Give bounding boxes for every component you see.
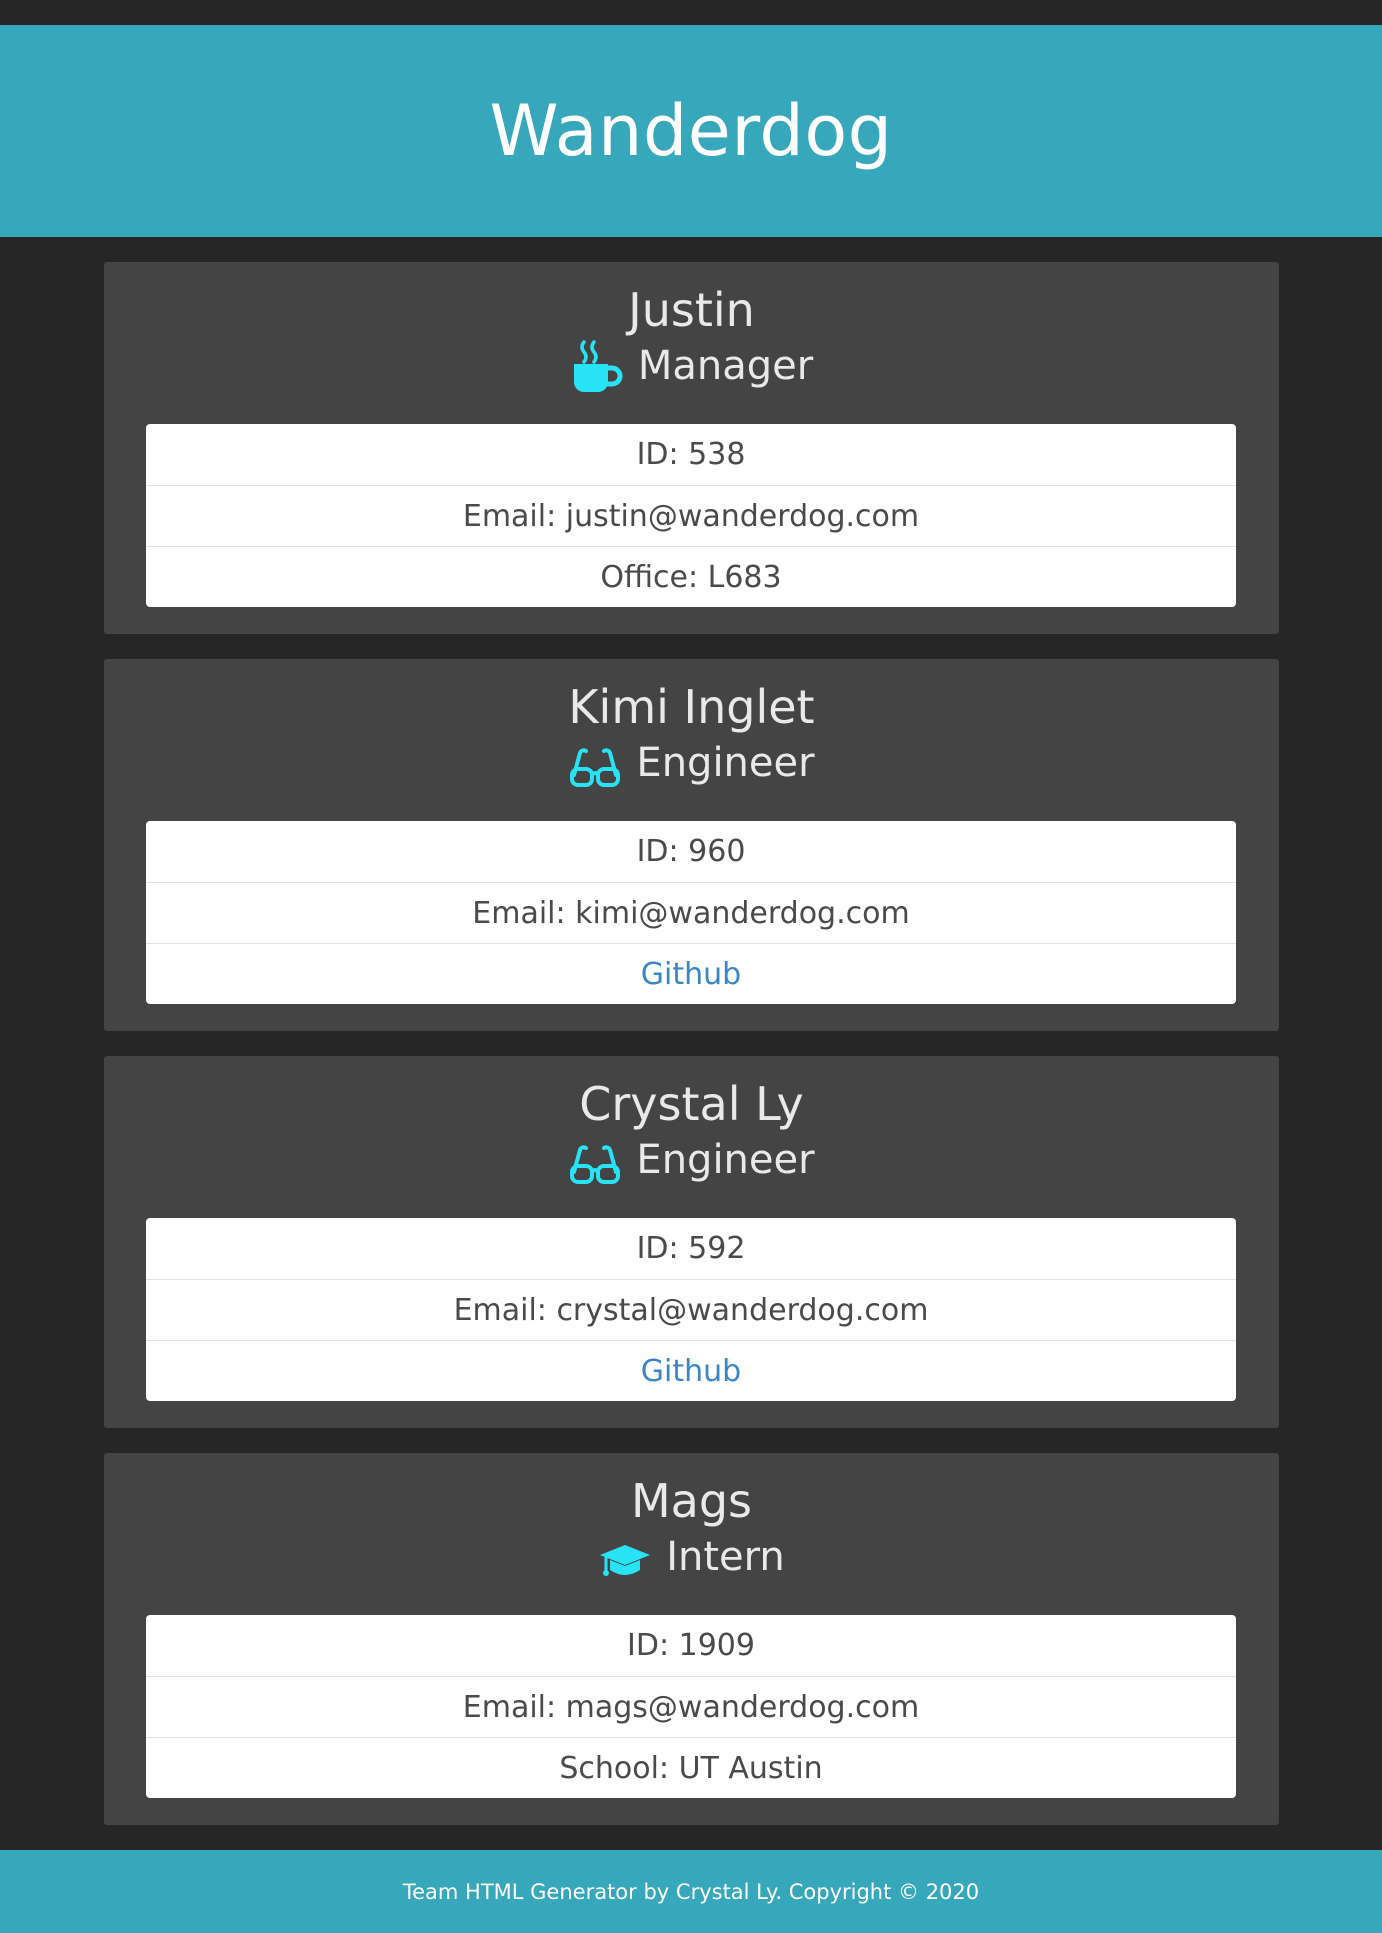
graduation-cap-icon bbox=[598, 1529, 652, 1585]
role-label: Manager bbox=[637, 343, 814, 389]
employee-id: ID: 960 bbox=[636, 834, 746, 869]
employee-email: Email: justin@wanderdog.com bbox=[146, 485, 1236, 546]
employee-id: ID: 592 bbox=[636, 1231, 746, 1266]
employee-name: Crystal Ly bbox=[579, 1077, 804, 1131]
employee-email: Email: mags@wanderdog.com bbox=[146, 1676, 1236, 1737]
github-link[interactable]: Github bbox=[641, 1354, 741, 1389]
github-row: Github bbox=[146, 1340, 1236, 1401]
page-footer: Team HTML Generator by Crystal Ly. Copyr… bbox=[0, 1850, 1382, 1933]
employee-email: Email: kimi@wanderdog.com bbox=[146, 882, 1236, 943]
github-row: Github bbox=[146, 943, 1236, 1004]
info-list: ID: 960 Email: kimi@wanderdog.com Github bbox=[146, 821, 1236, 1004]
employee-name: Mags bbox=[630, 1474, 753, 1528]
employee-name: Justin bbox=[628, 283, 755, 337]
role-label: Engineer bbox=[636, 740, 815, 786]
page-title: Wanderdog bbox=[489, 90, 893, 172]
info-list: ID: 538 Email: justin@wanderdog.com Offi… bbox=[146, 424, 1236, 607]
glasses-icon bbox=[568, 1132, 622, 1188]
employee-email: Email: crystal@wanderdog.com bbox=[146, 1279, 1236, 1340]
github-link[interactable]: Github bbox=[641, 957, 741, 992]
employee-role: Engineer bbox=[104, 1132, 1279, 1188]
employee-role: Intern bbox=[104, 1529, 1279, 1585]
page-header: Wanderdog bbox=[0, 25, 1382, 237]
employee-role: Engineer bbox=[104, 735, 1279, 791]
employee-id: ID: 1909 bbox=[627, 1628, 755, 1663]
employee-name: Kimi Inglet bbox=[568, 680, 815, 734]
info-list: ID: 592 Email: crystal@wanderdog.com Git… bbox=[146, 1218, 1236, 1401]
employee-id: ID: 538 bbox=[636, 437, 746, 472]
page: Wanderdog Justin Manager ID: 538 Email: … bbox=[0, 0, 1382, 1933]
info-list: ID: 1909 Email: mags@wanderdog.com Schoo… bbox=[146, 1615, 1236, 1798]
employee-card: Crystal Ly Engineer ID: 592 Email: cryst… bbox=[104, 1056, 1279, 1428]
employee-card: Kimi Inglet Engineer ID: 960 Email: kimi… bbox=[104, 659, 1279, 1031]
coffee-mug-icon bbox=[570, 338, 624, 394]
footer-text: Team HTML Generator by Crystal Ly. Copyr… bbox=[402, 1879, 980, 1904]
employee-card: Mags Intern ID: 1909 Email: mags@wanderd… bbox=[104, 1453, 1279, 1825]
employee-card: Justin Manager ID: 538 Email: justin@wan… bbox=[104, 262, 1279, 634]
employee-office: Office: L683 bbox=[146, 546, 1236, 607]
role-label: Engineer bbox=[636, 1137, 815, 1183]
glasses-icon bbox=[568, 735, 622, 791]
employee-school: School: UT Austin bbox=[146, 1737, 1236, 1798]
employee-role: Manager bbox=[104, 338, 1279, 394]
role-label: Intern bbox=[666, 1534, 785, 1580]
